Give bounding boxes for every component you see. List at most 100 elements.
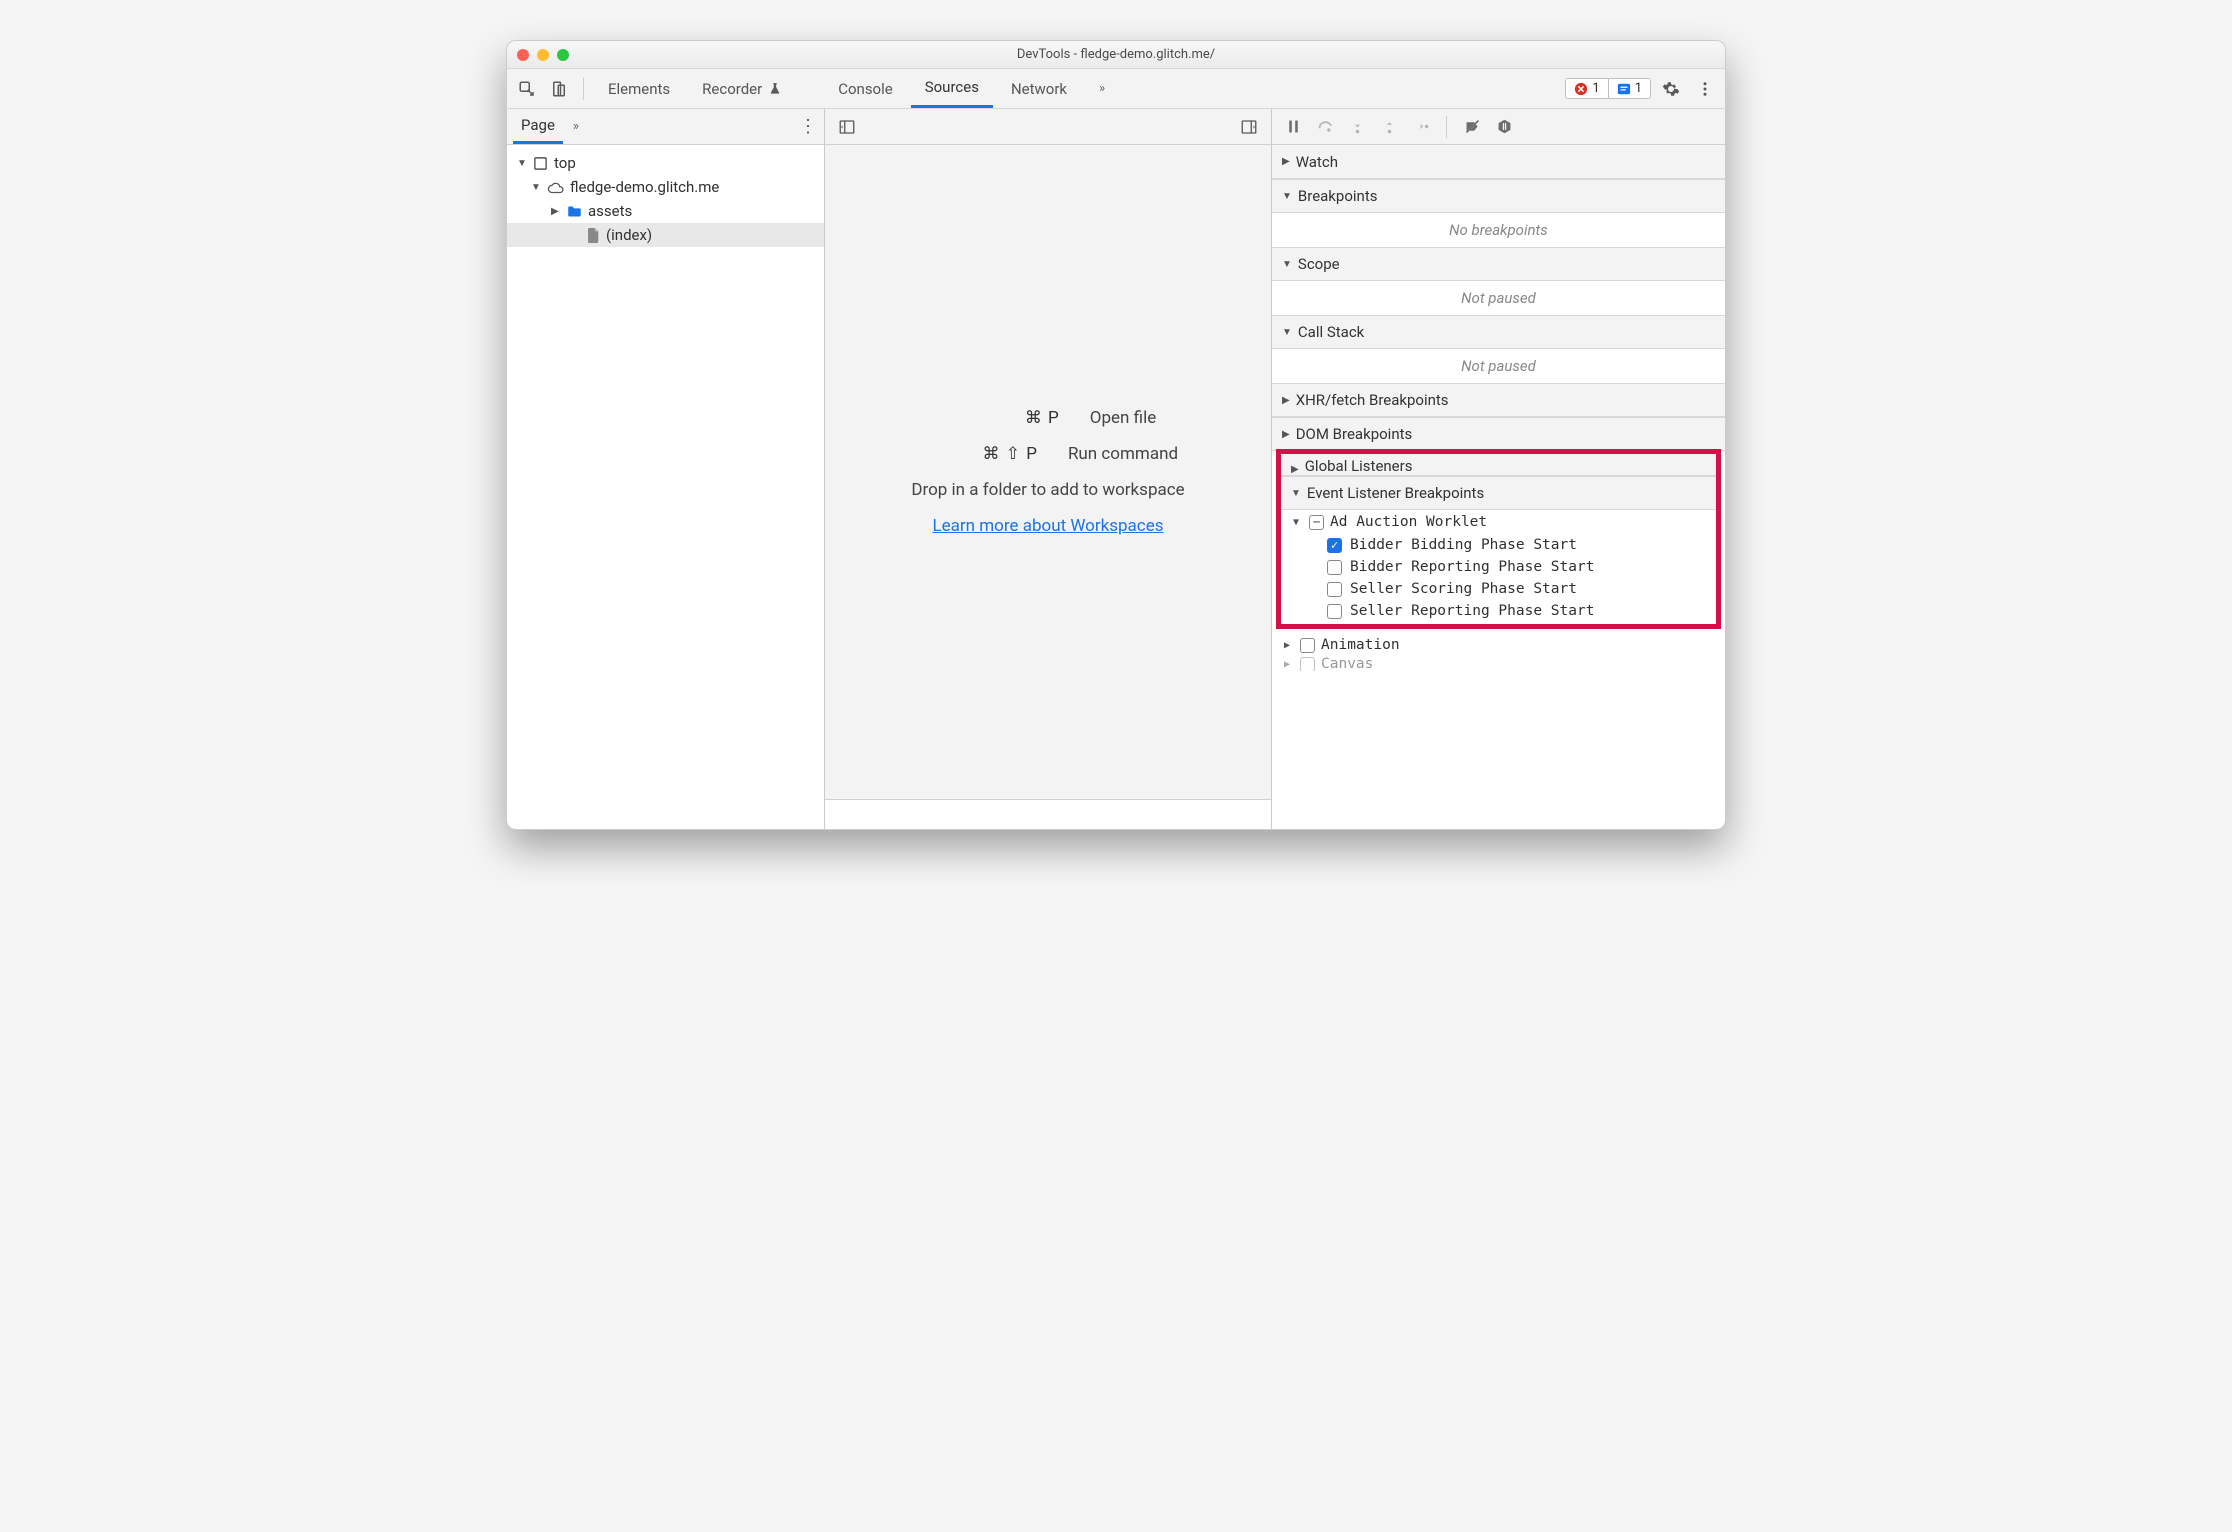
kebab-menu[interactable] bbox=[1691, 75, 1719, 103]
breakpoints-body: No breakpoints bbox=[1272, 213, 1725, 247]
global-label: Global Listeners bbox=[1305, 457, 1413, 475]
triangle-right-icon: ▶ bbox=[551, 206, 561, 217]
step-out-icon[interactable] bbox=[1376, 114, 1402, 140]
ad-auction-label: Ad Auction Worklet bbox=[1330, 514, 1487, 530]
section-global-listeners[interactable]: ▶ Global Listeners bbox=[1281, 454, 1716, 476]
tab-console[interactable]: Console bbox=[824, 69, 907, 108]
close-window[interactable] bbox=[517, 49, 529, 61]
editor-tab-bar bbox=[825, 109, 1271, 145]
tree-top[interactable]: ▼ top bbox=[507, 151, 824, 175]
debugger-toolbar bbox=[1272, 109, 1725, 145]
flask-icon bbox=[768, 82, 782, 96]
triangle-right-icon: ▶ bbox=[1282, 429, 1290, 440]
step-over-icon[interactable] bbox=[1312, 114, 1338, 140]
tab-sources-label: Sources bbox=[925, 78, 979, 96]
content-area: Page » ⋮ ▼ top ▼ fledge-demo.glitch.me ▶ bbox=[507, 109, 1725, 829]
scope-not-paused: Not paused bbox=[1272, 289, 1725, 307]
seller-scoring-checkbox[interactable] bbox=[1327, 582, 1342, 597]
bidder-reporting-checkbox[interactable] bbox=[1327, 560, 1342, 575]
canvas-checkbox[interactable] bbox=[1300, 657, 1315, 671]
xhr-label: XHR/fetch Breakpoints bbox=[1296, 391, 1449, 409]
animation-checkbox[interactable] bbox=[1300, 638, 1315, 653]
maximize-window[interactable] bbox=[557, 49, 569, 61]
minimize-window[interactable] bbox=[537, 49, 549, 61]
tree-index-label: (index) bbox=[606, 226, 652, 244]
toggle-debugger-icon[interactable] bbox=[1235, 113, 1263, 141]
triangle-right-icon: ▶ bbox=[1282, 395, 1290, 406]
watch-label: Watch bbox=[1296, 153, 1338, 171]
bidder-bidding-checkbox[interactable] bbox=[1327, 538, 1342, 553]
tree-assets[interactable]: ▶ assets bbox=[507, 199, 824, 223]
errors-count: 1 bbox=[1592, 81, 1599, 96]
triangle-right-icon: ▶ bbox=[1282, 156, 1290, 167]
tree-top-label: top bbox=[554, 154, 576, 172]
event-bidder-bidding[interactable]: Bidder Bidding Phase Start bbox=[1281, 534, 1716, 556]
page-tab-label: Page bbox=[521, 116, 555, 134]
section-dom[interactable]: ▶DOM Breakpoints bbox=[1272, 417, 1725, 451]
pause-exceptions-icon[interactable] bbox=[1491, 114, 1517, 140]
issues-badge[interactable]: 1 bbox=[1608, 79, 1650, 98]
drop-folder-text: Drop in a folder to add to workspace bbox=[911, 480, 1184, 500]
elb-label: Event Listener Breakpoints bbox=[1307, 484, 1484, 502]
section-callstack[interactable]: ▼Call Stack bbox=[1272, 315, 1725, 349]
editor-footer bbox=[825, 799, 1271, 829]
section-breakpoints[interactable]: ▼Breakpoints bbox=[1272, 179, 1725, 213]
device-toolbar-icon[interactable] bbox=[545, 75, 573, 103]
more-tabs[interactable]: » bbox=[1085, 69, 1119, 108]
deactivate-breakpoints-icon[interactable] bbox=[1459, 114, 1485, 140]
open-file-shortcut: ⌘ P Open file bbox=[940, 408, 1156, 428]
frame-icon bbox=[533, 156, 548, 171]
pause-resume-icon[interactable] bbox=[1280, 114, 1306, 140]
triangle-down-icon: ▼ bbox=[517, 158, 527, 169]
triangle-right-icon: ▶ bbox=[1291, 464, 1299, 475]
event-seller-reporting[interactable]: Seller Reporting Phase Start bbox=[1281, 600, 1716, 622]
titlebar: DevTools - fledge-demo.glitch.me/ bbox=[507, 41, 1725, 69]
tree-index[interactable]: (index) bbox=[507, 223, 824, 247]
run-command-label: Run command bbox=[1068, 444, 1178, 464]
navigator-more[interactable]: » bbox=[573, 119, 579, 134]
triangle-down-icon: ▼ bbox=[1282, 191, 1292, 202]
separator bbox=[1446, 116, 1447, 138]
section-xhr[interactable]: ▶ XHR/fetch Breakpoints bbox=[1272, 383, 1725, 417]
tab-recorder[interactable]: Recorder bbox=[688, 69, 796, 108]
category-ad-auction[interactable]: ▼ Ad Auction Worklet bbox=[1281, 510, 1716, 534]
main-tab-bar: Elements Recorder Console Sources Networ… bbox=[507, 69, 1725, 109]
tab-console-label: Console bbox=[838, 80, 893, 98]
status-badges[interactable]: 1 1 bbox=[1565, 78, 1651, 99]
bidder-bidding-label: Bidder Bidding Phase Start bbox=[1350, 537, 1577, 553]
inspect-element-icon[interactable] bbox=[513, 75, 541, 103]
category-animation[interactable]: ▶ Animation bbox=[1272, 633, 1725, 657]
settings-icon[interactable] bbox=[1657, 75, 1685, 103]
section-event-listener-breakpoints[interactable]: ▼ Event Listener Breakpoints bbox=[1281, 476, 1716, 510]
error-icon bbox=[1574, 82, 1588, 96]
ad-auction-checkbox[interactable] bbox=[1309, 515, 1324, 530]
tree-domain[interactable]: ▼ fledge-demo.glitch.me bbox=[507, 175, 824, 199]
no-breakpoints-msg: No breakpoints bbox=[1272, 221, 1725, 239]
highlighted-region: ▶ Global Listeners ▼ Event Listener Breakp… bbox=[1276, 449, 1721, 629]
section-watch[interactable]: ▶ Watch bbox=[1272, 145, 1725, 179]
seller-reporting-label: Seller Reporting Phase Start bbox=[1350, 603, 1594, 619]
section-scope[interactable]: ▼Scope bbox=[1272, 247, 1725, 281]
tab-sources[interactable]: Sources bbox=[911, 69, 993, 108]
event-seller-scoring[interactable]: Seller Scoring Phase Start bbox=[1281, 578, 1716, 600]
navigator-options[interactable]: ⋮ bbox=[798, 122, 818, 132]
errors-badge[interactable]: 1 bbox=[1566, 79, 1607, 98]
page-tab[interactable]: Page bbox=[513, 109, 563, 144]
step-icon[interactable] bbox=[1408, 114, 1434, 140]
tab-elements[interactable]: Elements bbox=[594, 69, 684, 108]
tree-assets-label: assets bbox=[588, 202, 632, 220]
open-file-label: Open file bbox=[1090, 408, 1156, 428]
category-canvas[interactable]: ▶ Canvas bbox=[1272, 657, 1725, 671]
window-title: DevTools - fledge-demo.glitch.me/ bbox=[1017, 47, 1215, 62]
workspaces-link[interactable]: Learn more about Workspaces bbox=[932, 516, 1163, 536]
event-bidder-reporting[interactable]: Bidder Reporting Phase Start bbox=[1281, 556, 1716, 578]
triangle-down-icon: ▼ bbox=[531, 182, 541, 193]
seller-reporting-checkbox[interactable] bbox=[1327, 604, 1342, 619]
run-command-shortcut: ⌘ ⇧ P Run command bbox=[918, 444, 1178, 464]
triangle-down-icon: ▼ bbox=[1291, 488, 1301, 499]
tab-elements-label: Elements bbox=[608, 80, 670, 98]
toggle-navigator-icon[interactable] bbox=[833, 113, 861, 141]
callstack-body: Not paused bbox=[1272, 349, 1725, 383]
step-into-icon[interactable] bbox=[1344, 114, 1370, 140]
tab-network[interactable]: Network bbox=[997, 69, 1081, 108]
